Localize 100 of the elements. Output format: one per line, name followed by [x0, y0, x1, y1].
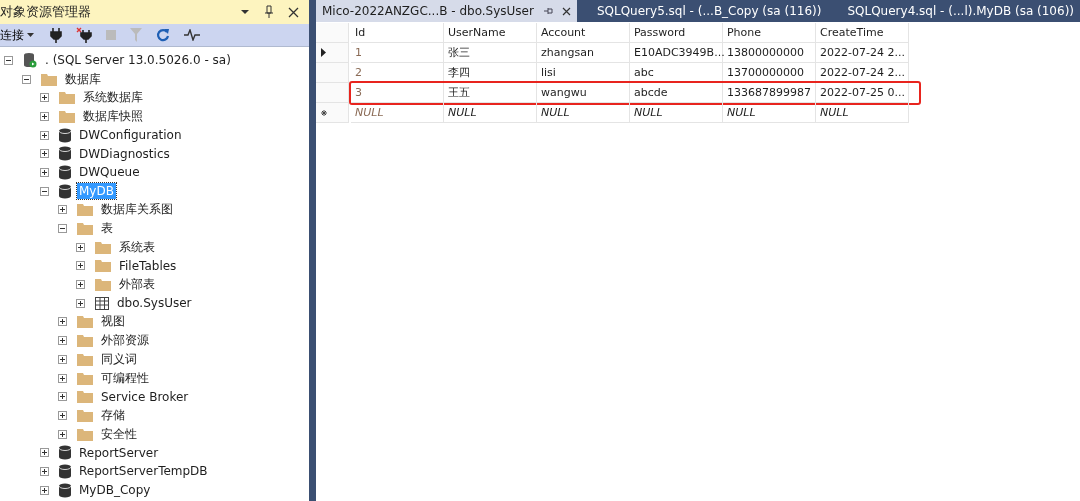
column-header[interactable]: UserName — [443, 23, 537, 43]
row-header[interactable] — [315, 103, 349, 123]
column-header[interactable]: Account — [536, 23, 630, 43]
expander-icon[interactable] — [40, 93, 49, 103]
tree-item[interactable]: 系统表 — [117, 237, 157, 257]
pin-icon[interactable] — [542, 6, 553, 16]
expander-icon[interactable] — [76, 242, 85, 252]
tree-item[interactable]: dbo.SysUser — [115, 295, 194, 312]
refresh-icon[interactable] — [156, 28, 170, 42]
expander-icon[interactable] — [58, 317, 67, 327]
row-header[interactable] — [315, 43, 349, 63]
expander-icon[interactable] — [58, 354, 67, 364]
table-cell[interactable]: lisi — [536, 63, 630, 83]
table-cell[interactable]: 3 — [350, 83, 444, 103]
document-tab[interactable]: SQLQuery5.sql - (...B_Copy (sa (116)) — [590, 0, 828, 22]
tree-item[interactable]: . (SQL Server 13.0.5026.0 - sa) — [43, 52, 233, 69]
expander-icon[interactable] — [40, 149, 49, 159]
tree-item[interactable]: MyDB_Copy — [77, 482, 153, 499]
dropdown-icon[interactable] — [240, 9, 251, 15]
tree-item[interactable]: FileTables — [117, 257, 179, 274]
expander-icon[interactable] — [40, 485, 49, 495]
table-cell[interactable]: abc — [629, 63, 723, 83]
tree-item[interactable]: DWConfiguration — [77, 127, 184, 144]
column-header[interactable]: CreateTime — [815, 23, 909, 43]
tree-item[interactable]: 数据库 — [63, 69, 103, 89]
table-cell[interactable]: NULL — [350, 103, 444, 123]
expander-icon[interactable] — [22, 74, 31, 84]
close-icon[interactable] — [288, 6, 300, 18]
column-header[interactable]: Phone — [722, 23, 816, 43]
table-cell[interactable]: 王五 — [443, 83, 537, 103]
expander-icon[interactable] — [40, 167, 49, 177]
tree-item[interactable]: DWDiagnostics — [77, 145, 172, 162]
table-cell[interactable]: 2 — [350, 63, 444, 83]
column-header[interactable]: Password — [629, 23, 723, 43]
table-cell[interactable]: 张三 — [443, 43, 537, 63]
table-cell[interactable]: abcde — [629, 83, 723, 103]
expander-icon[interactable] — [40, 186, 49, 196]
document-tab[interactable]: SQLQuery4.sql - (...l).MyDB (sa (106)) — [841, 0, 1080, 22]
folder-icon — [59, 91, 75, 105]
tree-item[interactable]: 可编程性 — [99, 368, 151, 388]
table-cell[interactable]: E10ADC3949B... — [629, 43, 723, 63]
tree-item[interactable]: 安全性 — [99, 424, 139, 444]
table-cell[interactable]: 2022-07-24 2... — [815, 63, 909, 83]
folder-icon — [77, 408, 93, 422]
table-cell[interactable]: NULL — [815, 103, 909, 123]
expander-icon[interactable] — [58, 410, 67, 420]
close-icon[interactable] — [561, 6, 571, 16]
table-cell[interactable]: 李四 — [443, 63, 537, 83]
activity-icon[interactable] — [184, 29, 200, 41]
pin-icon[interactable] — [264, 5, 275, 19]
tree-item[interactable]: 外部表 — [117, 275, 157, 295]
table-cell[interactable]: 2022-07-24 2... — [815, 43, 909, 63]
row-header[interactable] — [315, 63, 349, 83]
expander-icon[interactable] — [58, 205, 67, 215]
tree-item[interactable]: Service Broker — [99, 388, 191, 405]
expander-icon[interactable] — [58, 429, 67, 439]
tree-item[interactable]: DWQueue — [77, 164, 142, 181]
table-cell[interactable]: zhangsan — [536, 43, 630, 63]
expander-icon[interactable] — [76, 280, 85, 290]
connect-button[interactable]: 连接 — [0, 26, 36, 44]
table-cell[interactable]: 2022-07-25 0... — [815, 83, 909, 103]
expander-icon[interactable] — [58, 392, 67, 402]
table-cell[interactable]: NULL — [443, 103, 537, 123]
document-tab[interactable]: Mico-2022ANZGC...B - dbo.SysUser — [315, 0, 577, 22]
tree-item[interactable]: 数据库关系图 — [99, 200, 175, 220]
table-cell[interactable]: 133687899987 — [722, 83, 816, 103]
expander-icon[interactable] — [40, 111, 49, 121]
tree-item[interactable]: 视图 — [99, 312, 127, 332]
table-cell[interactable]: 1 — [350, 43, 444, 63]
tree-item[interactable]: ReportServerTempDB — [77, 463, 210, 480]
expander-icon[interactable] — [4, 55, 13, 65]
expander-icon[interactable] — [58, 373, 67, 383]
tree-item[interactable]: 数据库快照 — [81, 106, 145, 126]
disconnect-icon[interactable] — [76, 27, 92, 43]
tree-item[interactable]: 系统数据库 — [81, 88, 145, 108]
table-cell[interactable]: wangwu — [536, 83, 630, 103]
row-header[interactable] — [315, 83, 349, 103]
table-cell[interactable]: 13800000000 — [722, 43, 816, 63]
column-header[interactable]: Id — [350, 23, 444, 43]
expander-icon[interactable] — [40, 448, 49, 458]
table-cell[interactable]: NULL — [536, 103, 630, 123]
tree-item[interactable]: 同义词 — [99, 349, 139, 369]
expander-icon[interactable] — [58, 336, 67, 346]
expander-icon[interactable] — [76, 261, 85, 271]
expander-icon[interactable] — [40, 466, 49, 476]
table-cell[interactable]: 13700000000 — [722, 63, 816, 83]
database-icon — [59, 463, 71, 479]
folder-icon — [77, 203, 93, 217]
tree-item[interactable]: 存储 — [99, 405, 127, 425]
expander-icon[interactable] — [58, 224, 67, 234]
database-icon — [59, 127, 71, 143]
table-cell[interactable]: NULL — [722, 103, 816, 123]
tree-item[interactable]: 外部资源 — [99, 331, 151, 351]
expander-icon[interactable] — [40, 130, 49, 140]
plug-icon[interactable] — [50, 27, 62, 43]
table-cell[interactable]: NULL — [629, 103, 723, 123]
tree-item[interactable]: 表 — [99, 219, 115, 239]
expander-icon[interactable] — [76, 298, 85, 308]
tree-item[interactable]: ReportServer — [77, 444, 161, 461]
folder-icon — [95, 259, 111, 273]
